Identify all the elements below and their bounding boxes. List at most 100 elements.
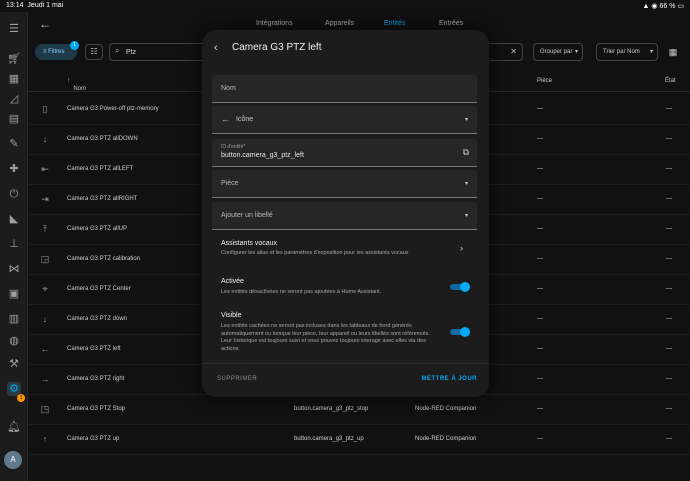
arrow-up-bar-icon: ⤒ [43, 224, 47, 234]
icon-field[interactable]: ← Icône ▾ [212, 106, 477, 134]
tab-helpers[interactable]: Entrées [439, 20, 463, 27]
dialog-footer-divider [202, 363, 489, 364]
server-icon[interactable]: ▤ [7, 112, 21, 126]
arrow-right-bar-icon: ⇥ [41, 194, 49, 204]
row-state: — [666, 226, 672, 232]
chart-icon[interactable]: ◿ [7, 92, 21, 106]
name-field-label: Nom [221, 85, 236, 92]
room-field-label: Pièce [221, 180, 239, 187]
dialog-title: Camera G3 PTZ left [232, 42, 322, 53]
sort-by-dropdown[interactable]: Trier par Nom ▾ [596, 43, 658, 61]
visible-title: Visible [221, 312, 242, 319]
row-state: — [666, 376, 672, 382]
row-state: — [666, 256, 672, 262]
row-name: Camera G3 PTZ up [67, 436, 120, 442]
room-field[interactable]: Pièce ▾ [212, 170, 477, 198]
voice-assistants-desc: Configurer les alias et les paramètres d… [221, 250, 409, 256]
row-state: — [666, 166, 672, 172]
row-name: Camera G3 PTZ allDOWN [67, 136, 138, 142]
back-arrow-icon[interactable]: ← [39, 17, 51, 31]
selection-mode-button[interactable]: ☷ [85, 44, 103, 60]
update-button[interactable]: METTRE À JOUR [421, 376, 477, 382]
row-state: — [666, 286, 672, 292]
tab-integrations[interactable]: Intégrations [256, 20, 293, 27]
row-room: — [537, 286, 543, 292]
column-room-header[interactable]: Pièce [537, 78, 552, 84]
cctv-icon[interactable]: ◣ [7, 212, 21, 226]
enabled-toggle[interactable] [450, 282, 470, 292]
entity-id-label: ID d'entité* [221, 144, 246, 150]
table-row[interactable]: ↑ Camera G3 PTZ up button.camera_g3_ptz_up… [29, 425, 690, 455]
row-name: Camera G3 PTZ down [67, 316, 128, 322]
status-right: ▲ ◉ 66 % ▭ [642, 3, 684, 10]
wrench-icon[interactable]: ✎ [7, 137, 21, 151]
row-state: — [666, 136, 672, 142]
vscode-icon[interactable]: ⋈ [7, 262, 21, 276]
row-state: — [666, 196, 672, 202]
table-settings-icon[interactable]: ▦ [665, 44, 681, 60]
calibrate-icon: ◲ [40, 254, 50, 264]
column-name-header[interactable]: ↑ Nom [67, 78, 86, 92]
row-room: — [537, 346, 543, 352]
row-integration: Node-RED Companion [415, 406, 477, 412]
cart-icon[interactable]: 🛒︎ [7, 52, 21, 66]
enabled-desc: Les entités désactivées ne seront pas aj… [221, 289, 382, 295]
calendar-icon[interactable]: ▦ [7, 72, 21, 86]
visible-desc: Les entités cachées ne seront pas inclus… [221, 323, 430, 352]
center-icon: ⌖ [42, 284, 48, 294]
row-room: — [537, 406, 543, 412]
add-label-field[interactable]: Ajouter un libellé ▾ [212, 202, 477, 230]
sidebar: ☰ 🛒︎ ▦ ◿ ▤ ✎ ✚ ⏻ ◣ ⊥ ⋈ ▣ ▥ ◍ ⚒ ⚙ 1 🔔︎ A [0, 12, 28, 481]
clear-search-icon[interactable]: ✕ [510, 47, 517, 56]
entity-id-field[interactable]: ID d'entité* button.camera_g3_ptz_left ⧉ [212, 139, 477, 167]
row-room: — [537, 376, 543, 382]
stop-icon: ◳ [40, 404, 50, 414]
row-room: — [537, 436, 543, 442]
toggle-knob [460, 327, 470, 337]
remote-icon: ▯ [42, 104, 48, 114]
avatar[interactable]: A [4, 451, 22, 469]
visible-toggle[interactable] [450, 327, 470, 337]
delete-button[interactable]: SUPPRIMER [217, 376, 257, 382]
row-state: — [666, 316, 672, 322]
row-room: — [537, 316, 543, 322]
puzzle-icon[interactable]: ✚ [7, 162, 21, 176]
chevron-right-icon[interactable]: › [460, 243, 463, 253]
arrow-up-icon: ↑ [42, 434, 48, 444]
group-by-dropdown[interactable]: Grouper par ▾ [533, 43, 583, 61]
status-time: 13:14 Jeudi 1 mai [6, 2, 64, 9]
arrow-left-icon: ← [40, 344, 50, 354]
row-name: Camera G3 PTZ allLEFT [67, 166, 134, 172]
compass-icon[interactable]: ◍ [7, 334, 21, 348]
copy-icon[interactable]: ⧉ [463, 147, 469, 158]
search-icon: ⌕ [115, 46, 120, 55]
table-row[interactable]: ◳ Camera G3 PTZ Stop button.camera_g3_ptz_… [29, 395, 690, 425]
chevron-left-icon[interactable]: ‹ [214, 42, 218, 54]
row-name: Camera G3 PTZ allRIGHT [67, 196, 138, 202]
hammer-icon[interactable]: ⚒ [7, 357, 21, 371]
bell-icon[interactable]: 🔔︎ [7, 420, 21, 434]
arrow-down-icon: ↓ [42, 314, 48, 324]
column-state-header[interactable]: État [665, 78, 676, 84]
toggle-knob [460, 282, 470, 292]
name-field[interactable]: Nom [212, 75, 477, 103]
terminal-icon[interactable]: ▣ [7, 287, 21, 301]
chevron-down-icon: ▾ [464, 213, 468, 219]
row-entity-id: button.camera_g3_ptz_up [294, 436, 364, 442]
clipboard-icon[interactable]: ▥ [7, 312, 21, 326]
menu-icon[interactable]: ☰ [7, 22, 21, 36]
chevron-down-icon: ▾ [574, 49, 578, 55]
sitemap-icon[interactable]: ⊥ [7, 237, 21, 251]
tab-entities[interactable]: Entités [384, 20, 405, 27]
row-room: — [537, 256, 543, 262]
row-room: — [537, 226, 543, 232]
voice-assistants-title: Assistants vocaux [221, 240, 278, 247]
row-name: Camera G3 PTZ left [67, 346, 121, 352]
filters-count-badge: 1 [70, 41, 79, 50]
tab-devices[interactable]: Appareils [325, 20, 354, 27]
row-name: Camera G3 PTZ Stop [67, 406, 126, 412]
arrow-right-icon: → [40, 374, 50, 384]
settings-badge: 1 [17, 394, 25, 402]
status-bar: 13:14 Jeudi 1 mai ▲ ◉ 66 % ▭ [0, 0, 690, 12]
power-plug-icon[interactable]: ⏻ [7, 187, 21, 201]
